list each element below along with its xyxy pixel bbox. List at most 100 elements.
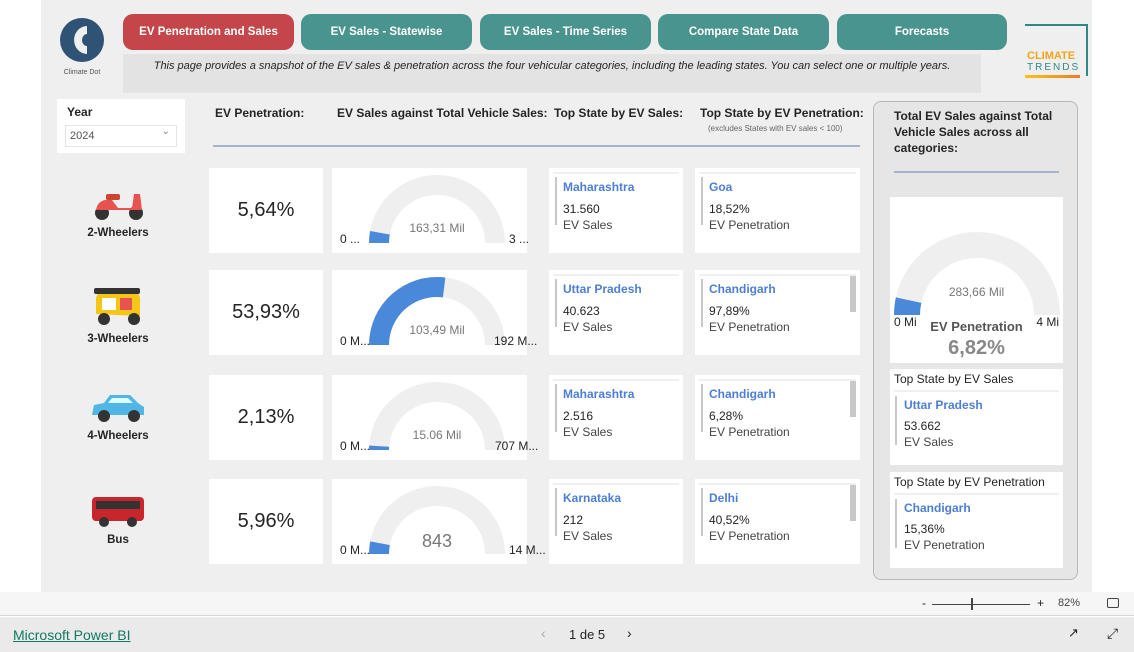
top-sales-label: EV Sales	[563, 425, 613, 439]
top-pen-value: 40,52%	[709, 513, 750, 527]
header-divider	[213, 145, 860, 147]
scooter-icon	[63, 182, 173, 227]
scrollbar[interactable]	[850, 485, 856, 521]
zoom-slider-thumb[interactable]	[971, 598, 974, 610]
top-pen-label: EV Penetration	[709, 425, 790, 439]
prev-page-icon[interactable]: ‹	[541, 625, 546, 641]
tab-ev-sales-time-series[interactable]: EV Sales - Time Series	[480, 14, 651, 50]
top-sales-value: 2.516	[563, 409, 594, 423]
gauge-card: 843 0 M... 14 M...	[332, 479, 546, 564]
top-pen-state: Chandigarh	[709, 387, 776, 401]
fullscreen-icon[interactable]: ⤢	[1107, 625, 1118, 642]
auto-rickshaw-icon	[63, 284, 173, 333]
zoom-bar: - + 82%	[0, 592, 1134, 616]
penetration-card: 5,64%	[209, 168, 323, 253]
page-description: This page provides a snapshot of the EV …	[123, 54, 981, 93]
tab-ev-penetration-sales[interactable]: EV Penetration and Sales	[123, 14, 294, 50]
top-state-pen-card: Chandigarh 6,28% EV Penetration	[695, 375, 860, 460]
total-title: Total EV Sales against Total Vehicle Sal…	[894, 109, 1053, 155]
top-sales-value: 212	[563, 513, 584, 527]
scrollbar[interactable]	[850, 276, 856, 312]
header-top-pen: Top State by EV Penetration:	[700, 106, 864, 120]
penetration-value: 5,64%	[237, 199, 295, 221]
top-sales-state: Karnataka	[563, 491, 622, 505]
top-sales-state: Maharashtra	[563, 180, 635, 194]
vehicle-2: 4-Wheelers	[63, 389, 173, 442]
total-panel: Total EV Sales against Total Vehicle Sal…	[873, 101, 1078, 580]
header-penetration: EV Penetration:	[215, 106, 305, 120]
chevron-down-icon: ⌄	[161, 126, 170, 137]
vehicle-1: 3-Wheelers	[63, 284, 173, 345]
total-top-pen-title: Top State by EV Penetration	[894, 475, 1045, 489]
footer-bar: Microsoft Power BI ‹ 1 de 5 › ↗ ⤢	[0, 617, 1134, 652]
total-divider	[894, 171, 1059, 173]
gauge-max: 192 M...	[494, 334, 538, 348]
vehicle-label: 4-Wheelers	[87, 430, 149, 442]
gauge-min: 0 M...	[340, 543, 371, 557]
total-gauge-value: 283,66 Mil	[948, 285, 1005, 299]
vehicle-label: 3-Wheelers	[87, 333, 149, 345]
top-state-sales-card: Maharashtra 2.516 EV Sales	[549, 375, 683, 460]
total-top-sales-value: 53.662	[904, 419, 941, 433]
share-icon[interactable]: ↗	[1068, 625, 1079, 641]
total-top-sales-title: Top State by EV Sales	[894, 372, 1014, 386]
year-slicer: Year 2024 ⌄	[57, 99, 185, 153]
power-bi-link[interactable]: Microsoft Power BI	[13, 627, 130, 643]
fit-page-icon[interactable]	[1107, 598, 1119, 608]
total-gauge-card: 283,66 Mil 0 Mi 4 Mi EV Penetration 6,82…	[890, 197, 1063, 363]
gauge-max: 707 M...	[495, 439, 539, 453]
top-state-pen-card: Goa 18,52% EV Penetration	[695, 168, 860, 253]
gauge-card: 103,49 Mil 0 M... 192 M...	[332, 270, 537, 355]
vehicle-3: Bus	[63, 493, 173, 546]
top-state-pen-card: Chandigarh 97,89% EV Penetration	[695, 270, 860, 355]
tab-ev-sales-statewise[interactable]: EV Sales - Statewise	[301, 14, 472, 50]
header-gauge: EV Sales against Total Vehicle Sales:	[337, 106, 548, 120]
top-state-pen-card: Delhi 40,52% EV Penetration	[695, 479, 860, 564]
top-pen-value: 18,52%	[709, 202, 750, 216]
tab-forecasts[interactable]: Forecasts	[837, 14, 1007, 50]
tab-compare-state-data[interactable]: Compare State Data	[658, 14, 829, 50]
sales-gauge	[369, 175, 505, 243]
top-sales-value: 31.560	[563, 202, 600, 216]
penetration-value: 2,13%	[237, 406, 295, 428]
logo-caption: Climate Dot	[63, 69, 101, 76]
total-top-sales-label: EV Sales	[904, 435, 954, 449]
zoom-level: 82%	[1058, 597, 1081, 609]
top-sales-label: EV Sales	[563, 320, 613, 334]
gauge-card: 163,31 Mil 0 ... 3 ...	[332, 168, 529, 253]
top-state-sales-card: Uttar Pradesh 40.623 EV Sales	[549, 270, 683, 355]
top-state-sales-card: Karnataka 212 EV Sales	[549, 479, 683, 564]
penetration-value: 5,96%	[237, 510, 295, 532]
page-indicator: 1 de 5	[569, 627, 606, 642]
penetration-card: 2,13%	[209, 375, 323, 460]
top-pen-value: 6,28%	[709, 409, 744, 423]
year-dropdown[interactable]: 2024 ⌄	[65, 125, 177, 147]
total-top-pen-state: Chandigarh	[904, 501, 971, 515]
gauge-card: 15.06 Mil 0 M... 707 M...	[332, 375, 538, 460]
vehicle-label: Bus	[107, 534, 129, 546]
top-pen-label: EV Penetration	[709, 320, 790, 334]
top-sales-label: EV Sales	[563, 218, 613, 232]
top-sales-value: 40.623	[563, 304, 600, 318]
zoom-out-button[interactable]: -	[922, 596, 926, 610]
total-pen-value: 6,82%	[948, 337, 1005, 359]
penetration-card: 5,96%	[209, 479, 323, 564]
total-top-pen-card: Top State by EV Penetration Chandigarh 1…	[890, 472, 1063, 568]
scrollbar[interactable]	[850, 381, 856, 417]
climate-dot-logo: Climate Dot	[57, 16, 107, 76]
total-top-sales-state: Uttar Pradesh	[904, 398, 983, 412]
top-sales-state: Maharashtra	[563, 387, 635, 401]
zoom-slider[interactable]	[932, 604, 1030, 605]
top-pen-state: Delhi	[709, 491, 739, 505]
bus-icon	[63, 493, 173, 534]
year-value: 2024	[70, 130, 95, 142]
next-page-icon[interactable]: ›	[627, 625, 632, 641]
penetration-value: 53,93%	[232, 301, 300, 323]
top-pen-label: EV Penetration	[709, 529, 790, 543]
gauge-min: 0 ...	[340, 232, 361, 246]
total-top-pen-value: 15,36%	[904, 522, 945, 536]
zoom-in-button[interactable]: +	[1037, 596, 1044, 610]
top-sales-label: EV Sales	[563, 529, 613, 543]
year-label: Year	[67, 105, 93, 119]
top-pen-value: 97,89%	[709, 304, 750, 318]
